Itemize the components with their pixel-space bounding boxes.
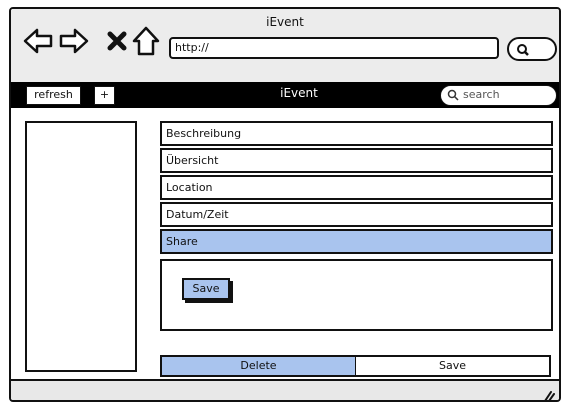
menu-item-location[interactable]: Location	[160, 175, 553, 200]
search-placeholder: search	[463, 88, 500, 101]
share-panel: Save	[160, 259, 553, 331]
app-toolbar: refresh + iEvent search	[11, 82, 559, 108]
resize-grip-icon[interactable]	[541, 387, 555, 400]
add-button[interactable]: +	[94, 86, 115, 105]
refresh-button[interactable]: refresh	[26, 86, 81, 105]
browser-window: iEvent http:// refresh + iEvent search B…	[9, 7, 561, 402]
menu-item-beschreibung[interactable]: Beschreibung	[160, 121, 553, 146]
main-content: Beschreibung Übersicht Location Datum/Ze…	[11, 108, 559, 379]
search-field[interactable]: search	[440, 85, 557, 106]
status-bar	[11, 379, 559, 400]
close-x-icon[interactable]	[107, 31, 127, 55]
back-arrow-icon[interactable]	[23, 27, 53, 59]
save-button[interactable]: Save	[356, 357, 549, 375]
delete-button[interactable]: Delete	[162, 357, 356, 375]
home-icon[interactable]	[132, 26, 160, 60]
share-save-button[interactable]: Save	[182, 278, 230, 300]
browser-titlebar: iEvent http://	[11, 9, 559, 82]
menu-item-uebersicht[interactable]: Übersicht	[160, 148, 553, 173]
search-go-icon	[516, 42, 530, 61]
toolbar-title: iEvent	[280, 86, 318, 100]
action-buttons: Delete Save	[160, 355, 551, 377]
search-go-button[interactable]	[507, 37, 557, 61]
window-title: iEvent	[266, 15, 304, 29]
left-panel	[25, 121, 137, 372]
search-icon	[447, 89, 459, 107]
menu-item-share[interactable]: Share	[160, 229, 553, 254]
forward-arrow-icon[interactable]	[59, 27, 89, 59]
menu-item-datum-zeit[interactable]: Datum/Zeit	[160, 202, 553, 227]
url-field[interactable]: http://	[169, 37, 499, 59]
